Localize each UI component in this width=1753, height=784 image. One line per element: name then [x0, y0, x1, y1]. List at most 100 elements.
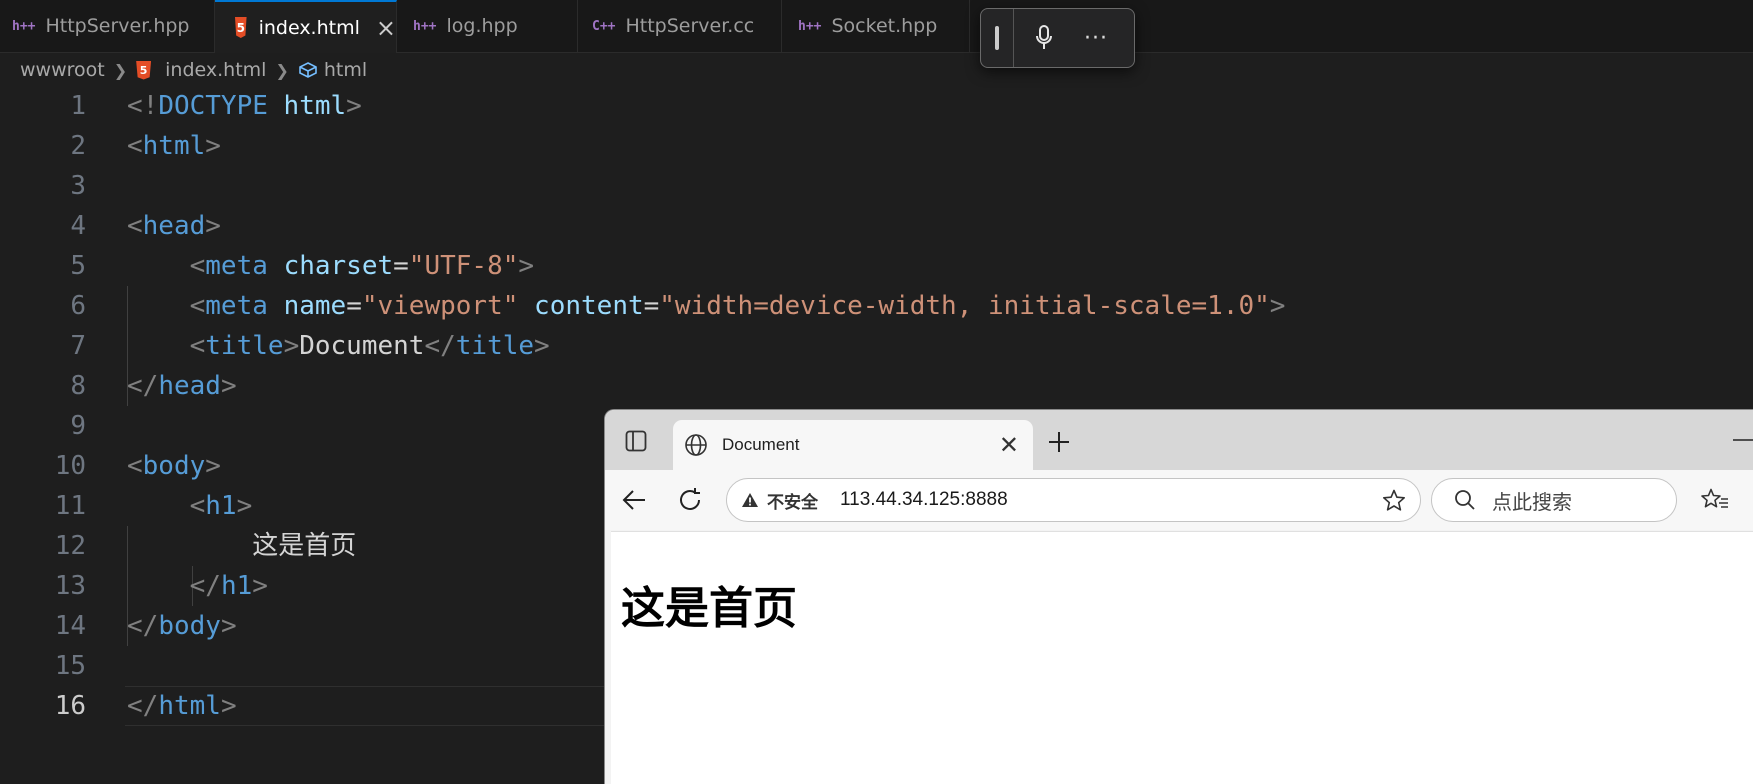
browser-tab-title: Document	[722, 435, 800, 454]
address-bar[interactable]: 不安全 113.44.34.125:8888	[726, 478, 1421, 522]
code-line: 1 <!DOCTYPE html>	[0, 86, 1753, 126]
security-status[interactable]: 不安全	[767, 488, 818, 513]
bracket-token: >	[518, 251, 535, 281]
browser-window: Document ✕ 不安全 113.44.34.125:8888 点此搜索 这…	[604, 409, 1753, 784]
page-heading: 这是首页	[621, 583, 797, 634]
tag-token: meta	[205, 251, 268, 281]
tab-log-hpp[interactable]: h++ log.hpp	[397, 0, 578, 52]
line-number: 14	[54, 611, 86, 641]
cpp-header-icon: h++	[413, 18, 437, 34]
chevron-right-icon: ❯	[275, 60, 289, 80]
bracket-token: <	[127, 451, 143, 481]
globe-icon	[685, 434, 707, 456]
tag-token: html	[142, 131, 206, 161]
favorites-icon[interactable]	[1701, 488, 1729, 512]
code-line: 5 <meta charset="UTF-8">	[0, 246, 1753, 286]
line-number: 11	[54, 491, 86, 521]
code-line: 2 <html>	[0, 126, 1753, 166]
text-token: 这是首页	[252, 531, 357, 561]
doctype-value: html	[283, 91, 347, 121]
tab-label: Socket.hpp	[831, 15, 938, 37]
bracket-token: </	[424, 331, 456, 361]
url-text[interactable]: 113.44.34.125:8888	[840, 489, 1008, 511]
search-box[interactable]: 点此搜索	[1431, 478, 1677, 522]
string-token: "UTF-8"	[408, 251, 519, 281]
breadcrumb-symbol[interactable]: html	[324, 59, 367, 81]
text-token: Document	[299, 331, 425, 361]
equals-token: =	[643, 291, 660, 321]
more-options-icon[interactable]: ···	[1084, 26, 1108, 51]
tab-label: HttpServer.hpp	[45, 15, 190, 37]
back-arrow-icon[interactable]	[621, 488, 647, 512]
close-icon[interactable]: ×	[376, 16, 396, 40]
line-number: 7	[70, 331, 86, 361]
tab-socket-hpp[interactable]: h++ Socket.hpp	[782, 0, 970, 52]
doctype-open-token: <!	[127, 91, 159, 121]
equals-token: =	[346, 291, 362, 321]
attr-token: charset	[283, 251, 394, 281]
tag-token: html	[158, 691, 221, 721]
tab-label: index.html	[258, 16, 360, 39]
microphone-icon	[1036, 25, 1052, 49]
minimize-icon[interactable]	[1733, 438, 1753, 442]
bracket-token: <	[189, 251, 206, 281]
equals-token: =	[393, 251, 409, 281]
bracket-token: <	[189, 331, 206, 361]
cpp-source-icon: C++	[592, 18, 616, 34]
line-number: 9	[70, 411, 86, 441]
sidebar-toggle-icon[interactable]	[625, 430, 647, 452]
browser-page-content: 这是首页	[611, 531, 1753, 784]
breadcrumb-folder[interactable]: wwwroot	[20, 59, 105, 81]
bracket-token: >	[220, 371, 237, 401]
attr-token: name	[283, 291, 347, 321]
line-number: 6	[70, 291, 86, 321]
tag-token: title	[205, 331, 284, 361]
bracket-token: >	[236, 491, 253, 521]
voice-input-toolbar: ···	[980, 8, 1135, 68]
code-line: 6 <meta name="viewport" content="width=d…	[0, 286, 1753, 326]
tag-token: h1	[205, 491, 237, 521]
line-number: 2	[70, 131, 86, 161]
tag-token: body	[142, 451, 206, 481]
line-number: 10	[54, 451, 86, 481]
tab-httpserver-cc[interactable]: C++ HttpServer.cc	[578, 0, 782, 52]
tab-index-html[interactable]: 5 index.html ×	[215, 0, 397, 53]
drag-handle[interactable]	[995, 26, 999, 50]
breadcrumb-file[interactable]: index.html	[165, 59, 266, 81]
bracket-token: >	[346, 91, 362, 121]
string-token: "viewport"	[361, 291, 519, 321]
cpp-header-icon: h++	[798, 18, 822, 34]
line-number: 5	[70, 251, 86, 281]
bracket-token: </	[127, 691, 159, 721]
bracket-token: <	[127, 211, 143, 241]
bracket-token: <	[189, 291, 206, 321]
line-number: 1	[70, 91, 86, 121]
browser-tab-strip: Document ✕	[605, 410, 1753, 470]
line-number: 15	[54, 651, 86, 681]
new-tab-icon[interactable]	[1047, 430, 1071, 454]
search-placeholder: 点此搜索	[1492, 489, 1572, 514]
cpp-header-icon: h++	[12, 18, 36, 34]
tag-token: h1	[220, 571, 253, 601]
refresh-icon[interactable]	[677, 487, 703, 513]
bracket-token: >	[252, 571, 268, 601]
browser-tab-document[interactable]: Document ✕	[673, 420, 1033, 470]
bracket-token: >	[220, 611, 237, 641]
editor-tab-bar: h++ HttpServer.hpp 5 index.html × h++ lo…	[0, 0, 1753, 53]
tag-token: body	[158, 611, 221, 641]
warning-icon	[742, 493, 758, 507]
bracket-token: </	[127, 371, 159, 401]
html5-icon: 5	[136, 60, 152, 80]
close-icon[interactable]: ✕	[999, 431, 1019, 459]
tab-label: log.hpp	[446, 15, 518, 37]
doctype-keyword: DOCTYPE	[158, 91, 268, 121]
symbol-element-icon	[299, 62, 317, 78]
bracket-token: </	[189, 571, 221, 601]
star-icon[interactable]	[1382, 489, 1406, 512]
browser-toolbar: 不安全 113.44.34.125:8888 点此搜索	[605, 470, 1753, 530]
string-token: "width=device-width, initial-scale=1.0"	[659, 291, 1270, 321]
tab-httpserver-hpp[interactable]: h++ HttpServer.hpp	[0, 0, 215, 52]
microphone-button[interactable]	[1014, 25, 1074, 51]
bracket-token: <	[189, 491, 206, 521]
code-line: 8 </head>	[0, 366, 1753, 406]
